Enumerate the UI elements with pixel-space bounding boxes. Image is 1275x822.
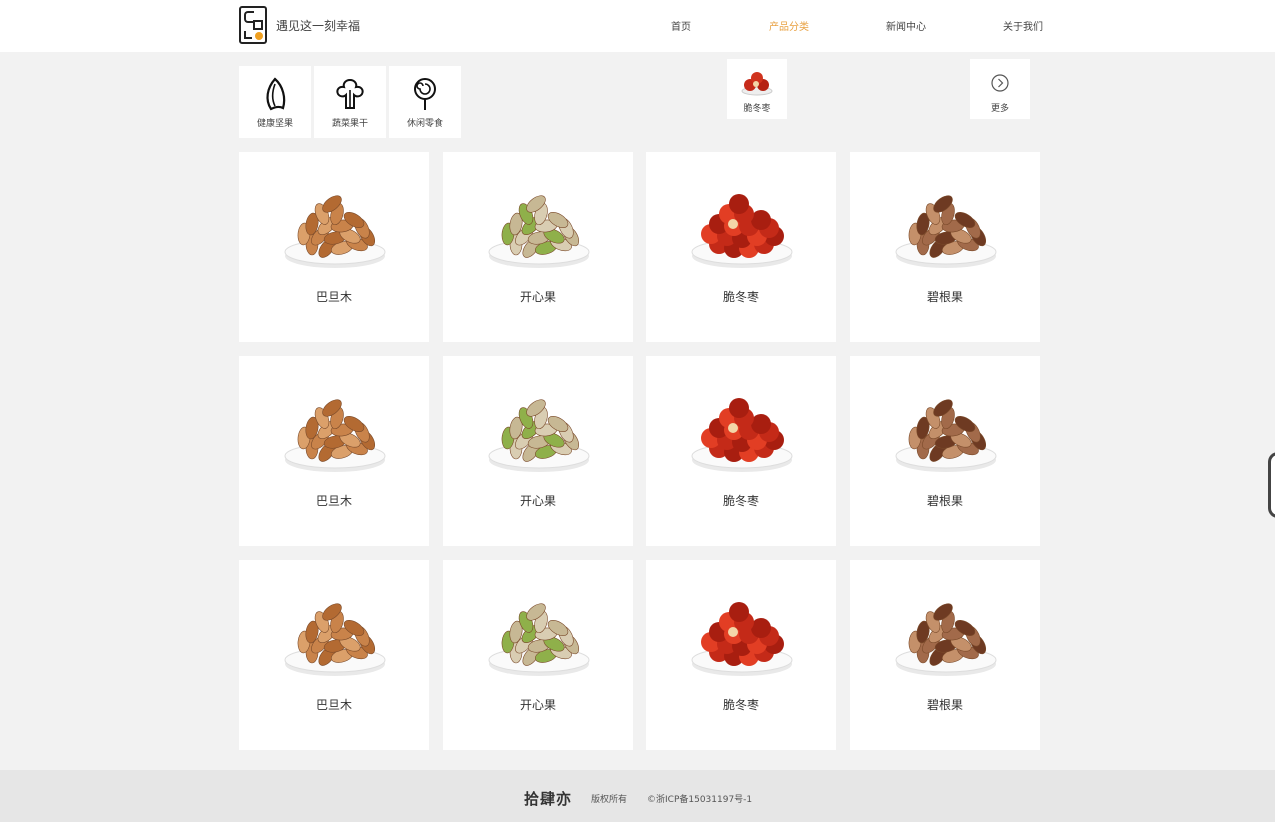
product-card[interactable]: 开心果: [443, 152, 633, 342]
lollipop-icon: [414, 78, 436, 110]
product-card[interactable]: 脆冬枣: [646, 356, 836, 546]
footer-brand: 拾肆亦: [524, 790, 573, 808]
product-name[interactable]: 开心果: [443, 492, 633, 509]
product-card[interactable]: 开心果: [443, 560, 633, 750]
category-label: 休闲零食: [406, 119, 443, 129]
product-name[interactable]: 巴旦木: [239, 288, 429, 305]
product-card[interactable]: 巴旦木: [239, 356, 429, 546]
category-label: 健康坚果: [256, 119, 293, 129]
pecan-image: [895, 195, 997, 268]
product-name[interactable]: 开心果: [443, 288, 633, 305]
product-image[interactable]: [282, 388, 388, 478]
site-header: 遇见这一刻幸福 首页 产品分类 新闻中心 关于我们: [0, 0, 1275, 52]
product-image[interactable]: [689, 388, 795, 478]
product-card[interactable]: 碧根果: [850, 152, 1040, 342]
product-name[interactable]: 碧根果: [850, 492, 1040, 509]
product-image[interactable]: [689, 184, 795, 274]
product-image[interactable]: [486, 388, 592, 478]
product-image[interactable]: [486, 592, 592, 682]
pistachio-image: [488, 603, 590, 676]
nav-home[interactable]: 首页: [671, 18, 691, 33]
nav-products[interactable]: 产品分类: [769, 18, 809, 33]
product-image[interactable]: [282, 184, 388, 274]
category-vegetable-fruit[interactable]: 蔬菜果干: [314, 66, 386, 138]
nav-news[interactable]: 新闻中心: [886, 18, 926, 33]
category-label: 蔬菜果干: [331, 119, 368, 129]
product-name[interactable]: 开心果: [443, 696, 633, 713]
jujube-image: [691, 194, 793, 268]
product-card[interactable]: 碧根果: [850, 560, 1040, 750]
pecan-image: [895, 603, 997, 676]
jujube-icon: [741, 72, 773, 96]
product-card[interactable]: 巴旦木: [239, 560, 429, 750]
category-healthy-nuts[interactable]: 健康坚果: [239, 66, 311, 138]
footer-rights: 版权所有: [591, 795, 628, 805]
product-name[interactable]: 脆冬枣: [646, 492, 836, 509]
category-jujube[interactable]: 脆冬枣: [727, 59, 787, 119]
product-card[interactable]: 巴旦木: [239, 152, 429, 342]
product-name[interactable]: 碧根果: [850, 288, 1040, 305]
more-label: 更多: [990, 104, 1009, 114]
footer-icp[interactable]: ©浙ICP备15031197号-1: [647, 792, 752, 805]
pecan-image: [895, 399, 997, 472]
product-name[interactable]: 脆冬枣: [646, 696, 836, 713]
more-button[interactable]: 更多: [970, 59, 1030, 119]
site-slogan: 遇见这一刻幸福: [276, 19, 361, 33]
pistachio-image: [488, 195, 590, 268]
vegetable-icon: [336, 78, 364, 109]
side-scroll-handle[interactable]: [1268, 452, 1275, 518]
product-name[interactable]: 巴旦木: [239, 696, 429, 713]
site-footer: 拾肆亦 版权所有 ©浙ICP备15031197号-1: [0, 770, 1275, 822]
almond-image: [284, 195, 386, 268]
nav-about[interactable]: 关于我们: [1003, 18, 1043, 33]
chevron-right-circle-icon: [991, 74, 1009, 92]
product-image[interactable]: [486, 184, 592, 274]
product-image[interactable]: [893, 388, 999, 478]
product-image[interactable]: [689, 592, 795, 682]
category-label: 脆冬枣: [743, 104, 771, 114]
site-logo[interactable]: [239, 6, 267, 44]
product-card[interactable]: 开心果: [443, 356, 633, 546]
jujube-image: [691, 602, 793, 676]
product-card[interactable]: 脆冬枣: [646, 560, 836, 750]
jujube-image: [691, 398, 793, 472]
nut-icon: [266, 77, 286, 111]
category-snacks[interactable]: 休闲零食: [389, 66, 461, 138]
product-card[interactable]: 脆冬枣: [646, 152, 836, 342]
product-name[interactable]: 脆冬枣: [646, 288, 836, 305]
almond-image: [284, 603, 386, 676]
product-image[interactable]: [282, 592, 388, 682]
product-name[interactable]: 巴旦木: [239, 492, 429, 509]
almond-image: [284, 399, 386, 472]
product-image[interactable]: [893, 592, 999, 682]
product-card[interactable]: 碧根果: [850, 356, 1040, 546]
product-name[interactable]: 碧根果: [850, 696, 1040, 713]
product-image[interactable]: [893, 184, 999, 274]
pistachio-image: [488, 399, 590, 472]
